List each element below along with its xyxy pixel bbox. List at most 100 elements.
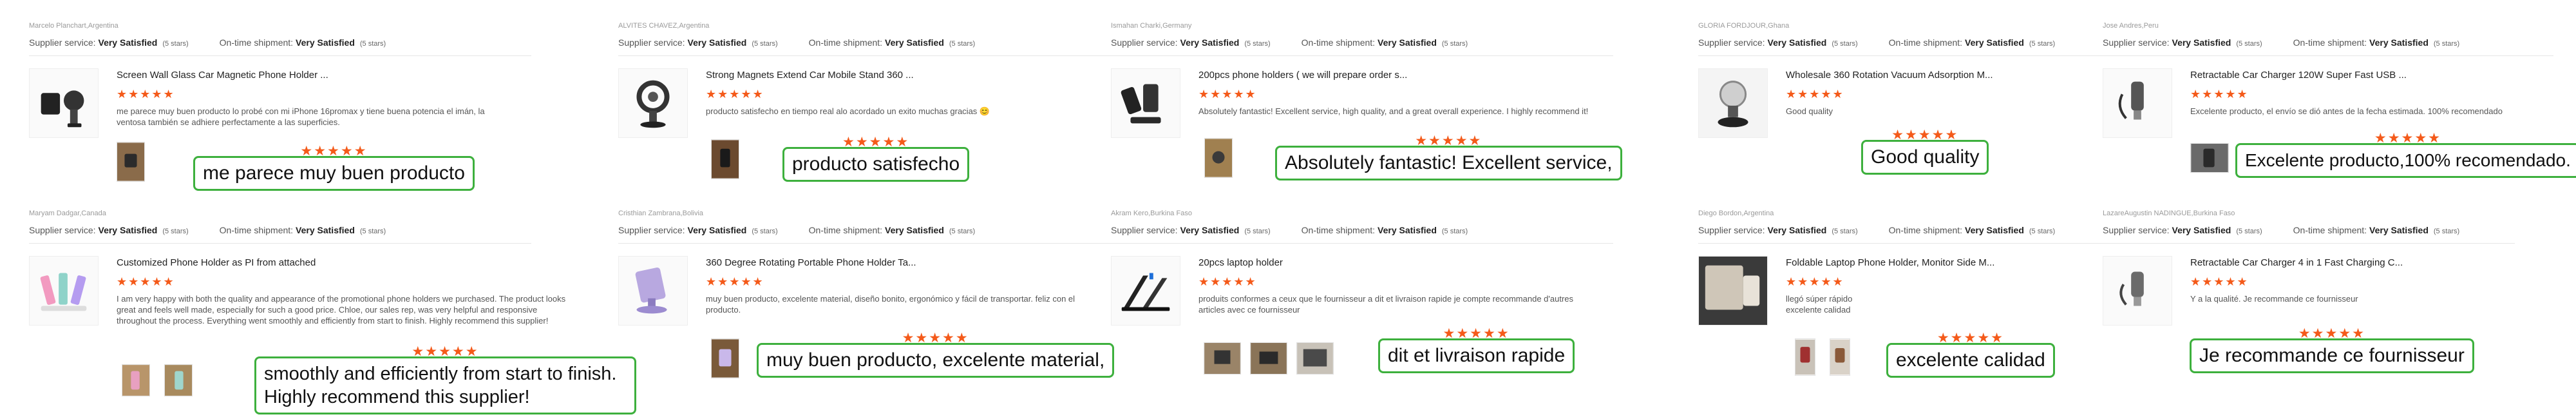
highlight-text: smoothly and efficiently from start to f… [264,364,617,407]
reviewer-name: Cristhian Zambrana,Bolivia [618,210,704,217]
on-time-shipment-label: On-time shipment: [219,225,294,235]
highlight-quote: ★★★★★ me parece muy buen producto [193,144,475,191]
highlight-stars: ★★★★★ [1443,326,1510,341]
review-photo[interactable] [1204,138,1233,178]
magnetic-phone-holder-icon[interactable] [29,68,99,138]
car-charger-icon[interactable] [2103,68,2172,138]
review-text: me parece muy buen producto lo probé con… [117,106,485,127]
divider [29,55,531,56]
highlight-quote: ★★★★★ Excelente producto,100% recomendad… [2235,131,2576,178]
ratings-row: Supplier service: Very Satisfied (5 star… [2103,225,2459,235]
review-photo[interactable] [1204,342,1241,375]
review-photo[interactable] [711,338,739,378]
divider [618,243,1121,244]
product-title[interactable]: Retractable Car Charger 4 in 1 Fast Char… [2190,257,2403,268]
on-time-shipment-stars: (5 stars) [1441,228,1468,235]
phone-holder-set-icon[interactable] [1111,68,1180,138]
supplier-service-label: Supplier service: [2103,37,2170,48]
highlight-stars: ★★★★★ [1415,133,1482,148]
on-time-shipment-value: Very Satisfied [2369,225,2429,235]
reviewer-name: GLORIA FORDJOUR,Ghana [1698,22,1790,30]
product-title[interactable]: 360 Degree Rotating Portable Phone Holde… [706,257,916,268]
review-photo[interactable] [1250,342,1287,375]
monitor-side-holder-icon[interactable] [1698,256,1768,326]
on-time-shipment-value: Very Satisfied [1965,37,2024,48]
laptop-stand-icon[interactable] [1111,256,1180,326]
colorful-phone-stand-icon[interactable] [29,256,99,326]
highlight-quote: ★★★★★ muy buen producto, excelente mater… [757,331,1115,378]
highlight-quote: ★★★★★ Je recommande ce fournisseur [2190,326,2474,373]
highlight-text: excelente calidad [1896,349,2045,371]
supplier-service-stars: (5 stars) [1244,228,1271,235]
supplier-service-value: Very Satisfied [1767,37,1827,48]
review-card-3: Ismahan Charki,Germany Supplier service:… [1111,22,1678,209]
supplier-service-label: Supplier service: [29,37,96,48]
vacuum-mount-icon[interactable] [1698,68,1768,138]
ratings-row: Supplier service: Very Satisfied (5 star… [618,37,975,48]
review-photos [711,139,739,179]
review-photo[interactable] [1296,342,1334,375]
car-charger-icon[interactable] [2103,256,2172,326]
on-time-shipment-stars: (5 stars) [2029,40,2056,48]
supplier-service-value: Very Satisfied [98,225,158,235]
reviewer-name: Jose Andres,Peru [2103,22,2159,30]
rating-stars: ★★★★★ [706,275,764,288]
highlight-text: Je recommande ce fournisseur [2199,345,2465,366]
review-photo[interactable] [117,142,145,182]
review-card-1: Marcelo Planchart,Argentina Supplier ser… [29,22,596,209]
review-photos [117,142,145,182]
supplier-service-value: Very Satisfied [2172,37,2231,48]
divider [1111,55,1613,56]
highlight-stars: ★★★★★ [842,135,910,150]
on-time-shipment-value: Very Satisfied [296,225,355,235]
on-time-shipment-value: Very Satisfied [1965,225,2024,235]
reviewer-name: LazareAugustin NADINGUE,Burkina Faso [2103,210,2235,217]
highlight-stars: ★★★★★ [412,344,479,359]
highlight-text: muy buen producto, excelente material, [766,349,1105,371]
review-photo[interactable] [711,139,739,179]
review-card-6: Maryam Dadgar,Canada Supplier service: V… [29,210,636,414]
supplier-service-label: Supplier service: [1698,225,1765,235]
product-title[interactable]: 200pcs phone holders ( we will prepare o… [1198,70,1407,81]
on-time-shipment-stars: (5 stars) [949,228,976,235]
product-title[interactable]: Screen Wall Glass Car Magnetic Phone Hol… [117,70,328,81]
on-time-shipment-label: On-time shipment: [1301,37,1376,48]
highlight-quote: ★★★★★ dit et livraison rapide [1378,326,1575,373]
ratings-row: Supplier service: Very Satisfied (5 star… [2103,37,2459,48]
on-time-shipment-value: Very Satisfied [1378,37,1437,48]
review-photo[interactable] [164,364,193,396]
supplier-service-stars: (5 stars) [752,228,778,235]
review-photo[interactable] [122,364,150,396]
highlight-stars: ★★★★★ [2374,131,2442,146]
review-text: producto satisfecho en tiempo real alo a… [706,106,990,116]
reviewer-name: Diego Bordon,Argentina [1698,210,1774,217]
product-title[interactable]: Retractable Car Charger 120W Super Fast … [2190,70,2407,81]
highlight-quote: ★★★★★ smoothly and efficiently from star… [254,344,636,414]
ratings-row: Supplier service: Very Satisfied (5 star… [1698,225,2055,235]
supplier-service-label: Supplier service: [29,225,96,235]
product-title[interactable]: Foldable Laptop Phone Holder, Monitor Si… [1786,257,1994,268]
highlight-text: producto satisfecho [792,153,960,175]
supplier-service-value: Very Satisfied [1180,225,1240,235]
product-title[interactable]: Customized Phone Holder as PI from attac… [117,257,316,268]
product-title[interactable]: Strong Magnets Extend Car Mobile Stand 3… [706,70,914,81]
on-time-shipment-stars: (5 stars) [2433,228,2460,235]
product-title[interactable]: 20pcs laptop holder [1198,257,1283,268]
magnetic-stand-icon[interactable] [618,68,688,138]
review-text: I am very happy with both the quality an… [117,294,566,326]
divider [618,55,1121,56]
ratings-row: Supplier service: Very Satisfied (5 star… [29,225,386,235]
review-card-2: ALVITES CHAVEZ,Argentina Supplier servic… [618,22,1185,209]
rating-stars: ★★★★★ [2190,88,2249,101]
review-photo[interactable] [1795,338,1815,376]
on-time-shipment-value: Very Satisfied [1378,225,1437,235]
review-photos [711,338,739,378]
on-time-shipment-label: On-time shipment: [2293,37,2367,48]
rotating-holder-icon[interactable] [618,256,688,326]
supplier-service-label: Supplier service: [618,225,685,235]
review-photo[interactable] [2190,143,2229,173]
product-title[interactable]: Wholesale 360 Rotation Vacuum Adsorption… [1786,70,1993,81]
review-photo[interactable] [1830,338,1850,376]
highlight-text: dit et livraison rapide [1388,345,1566,366]
highlight-stars: ★★★★★ [1937,331,2004,346]
